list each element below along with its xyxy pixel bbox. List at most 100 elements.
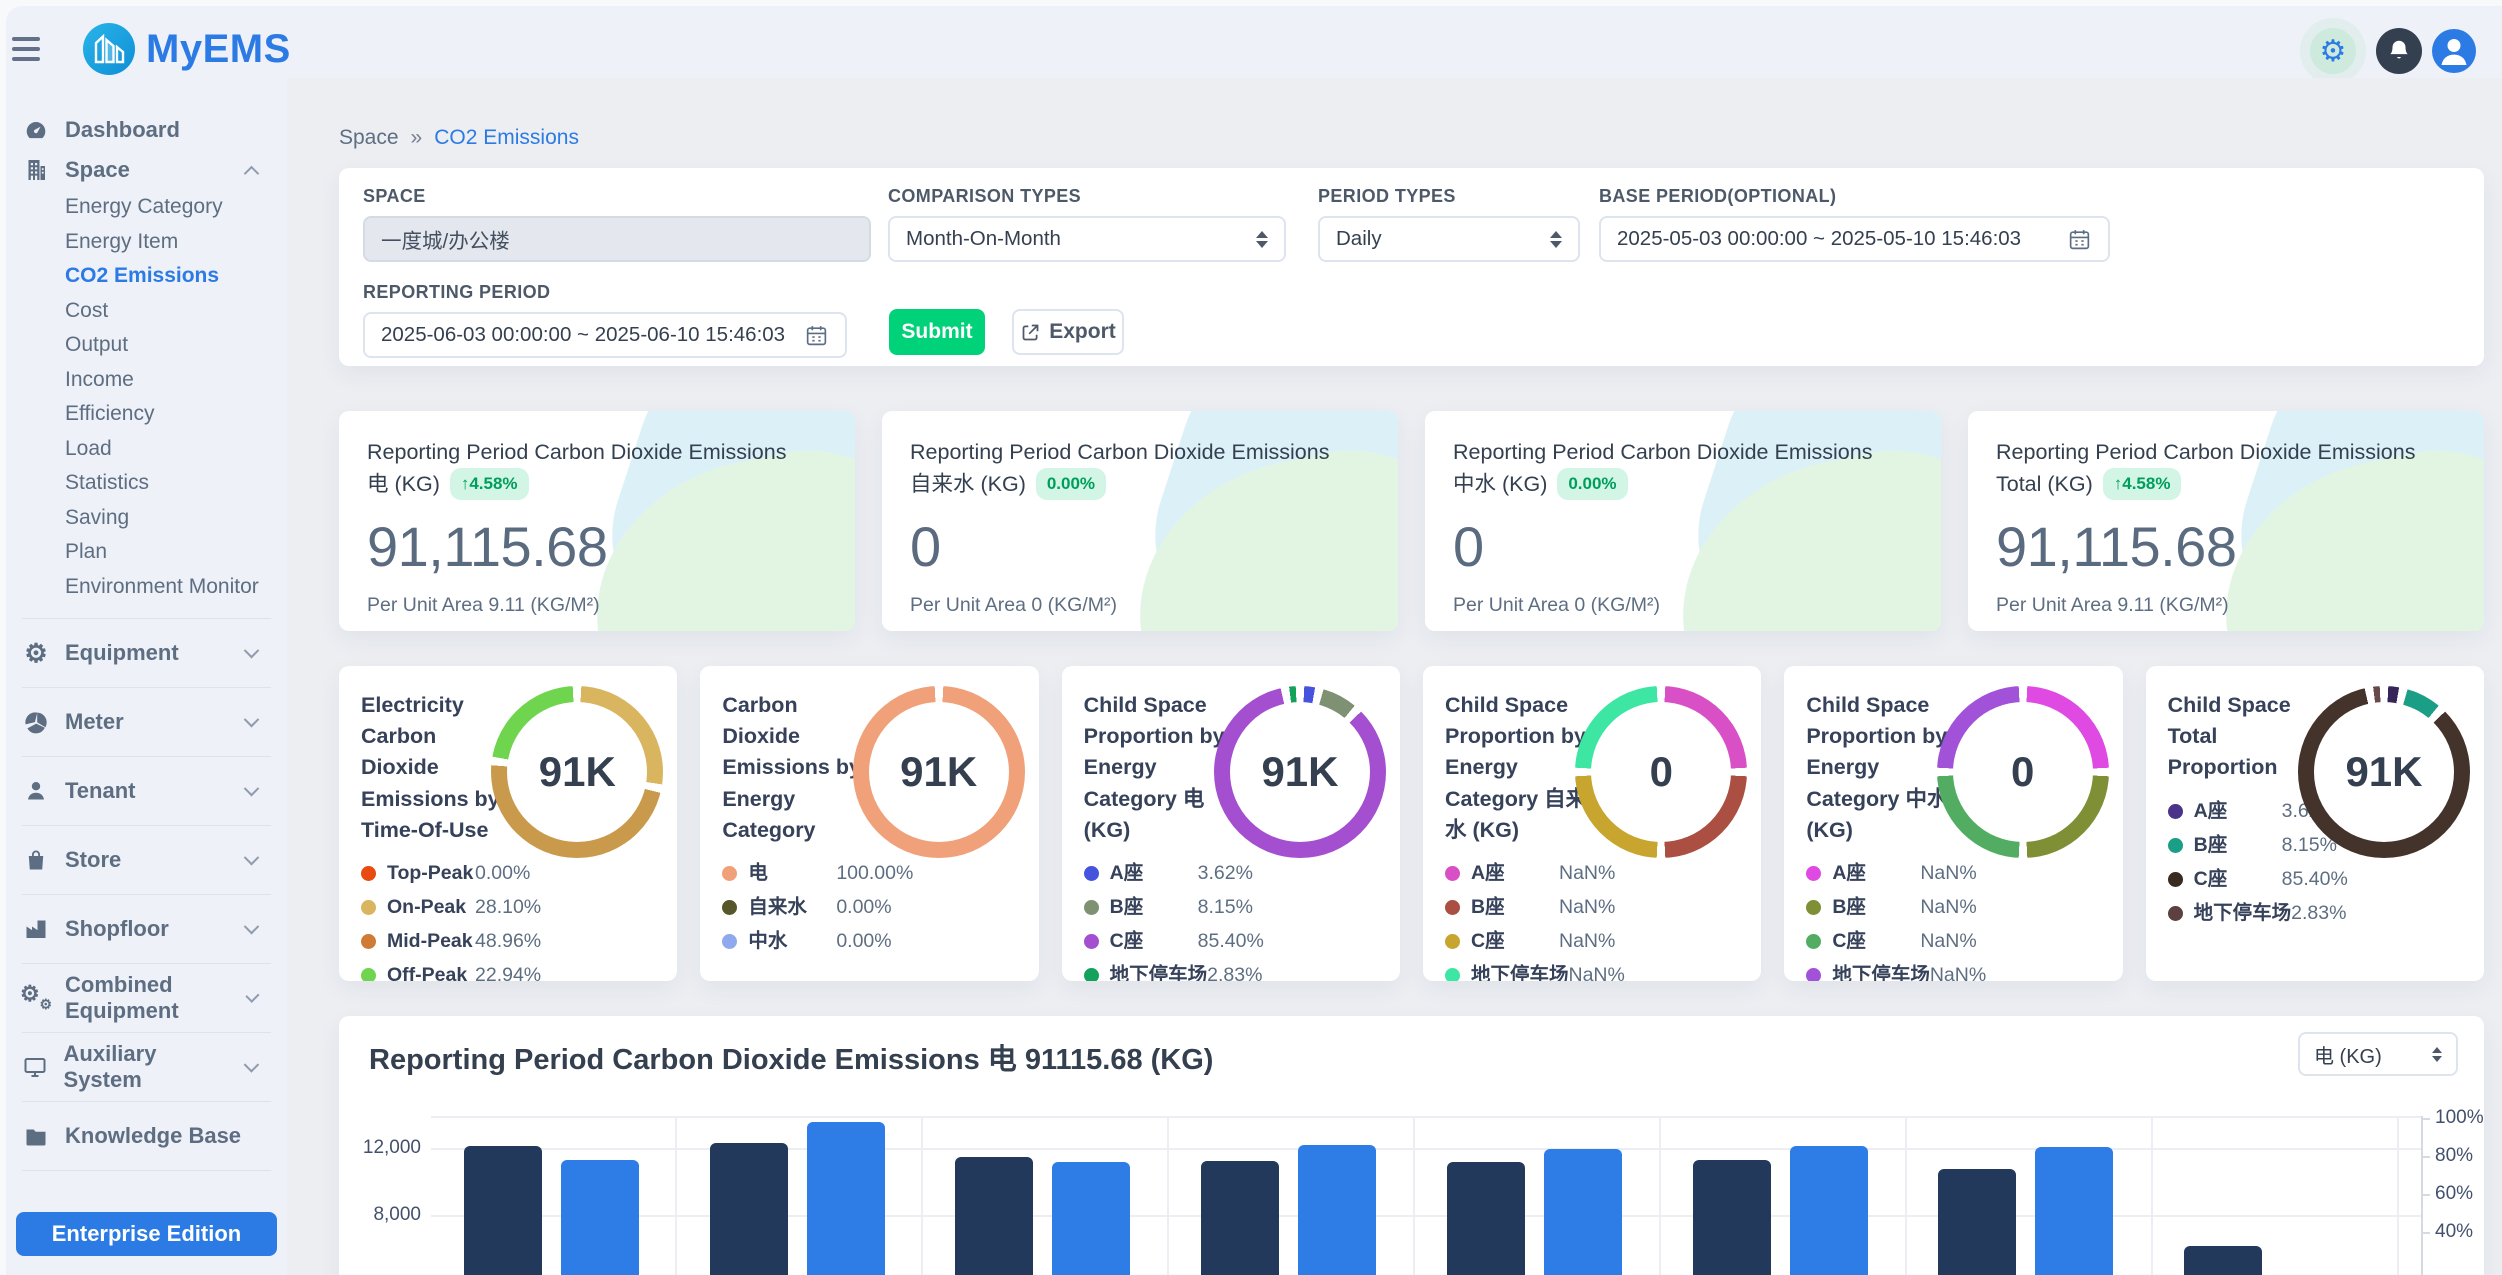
sidebar-item-saving[interactable]: Saving xyxy=(16,501,277,536)
legend-value: 48.96% xyxy=(475,930,541,953)
base-period-label: BASE PERIOD(OPTIONAL) xyxy=(1599,186,2110,207)
sidebar-item-tenant[interactable]: Tenant xyxy=(16,771,277,811)
v-gridline xyxy=(1905,1116,1907,1275)
notifications-button[interactable] xyxy=(2376,28,2422,74)
legend-value: NaN% xyxy=(1569,964,1625,981)
right-axis-tick-mark xyxy=(2421,1232,2430,1234)
legend-value: 8.15% xyxy=(1198,896,1253,919)
sidebar-item-output[interactable]: Output xyxy=(16,328,277,363)
legend-dot-icon xyxy=(1806,900,1821,915)
sidebar-item-plan[interactable]: Plan xyxy=(16,535,277,570)
donut-card: Child Space Proportion by Energy Categor… xyxy=(1784,666,2122,981)
trend-badge: 0.00% xyxy=(1557,468,1627,500)
legend-item: B座NaN% xyxy=(1445,896,1655,919)
period-types-select[interactable]: Daily xyxy=(1318,216,1580,262)
chevron-down-icon xyxy=(244,918,260,934)
legend-label: B座 xyxy=(2194,834,2282,856)
bar-reporting-period xyxy=(2035,1147,2113,1275)
sidebar-item-energy-category[interactable]: Energy Category xyxy=(16,190,277,225)
bar-base-period xyxy=(464,1146,542,1275)
enterprise-edition-button[interactable]: Enterprise Edition xyxy=(16,1212,277,1256)
v-gridline xyxy=(1659,1116,1661,1275)
stat-card-value: 91,115.68 xyxy=(367,514,827,579)
export-button[interactable]: Export xyxy=(1012,309,1124,355)
sidebar-item-co2-emissions[interactable]: CO2 Emissions xyxy=(16,259,277,294)
sidebar-divider xyxy=(22,756,271,757)
reporting-period-label: REPORTING PERIOD xyxy=(363,282,847,303)
base-period-datetime-range[interactable]: 2025-05-03 00:00:00 ~ 2025-05-10 15:46:0… xyxy=(1599,216,2110,262)
legend-label: A座 xyxy=(1110,862,1198,884)
comparison-types-select[interactable]: Month-On-Month xyxy=(888,216,1286,262)
stat-card-title: Reporting Period Carbon Dioxide Emission… xyxy=(1996,437,2416,500)
sidebar-item-cost[interactable]: Cost xyxy=(16,294,277,329)
sidebar-toggle-button[interactable] xyxy=(12,31,52,67)
sidebar-item-statistics[interactable]: Statistics xyxy=(16,466,277,501)
sidebar-item-dashboard[interactable]: Dashboard xyxy=(16,110,277,150)
sidebar-item-space[interactable]: Space xyxy=(16,150,277,190)
right-axis-tick-label: 80% xyxy=(2435,1145,2473,1167)
right-axis-tick-label: 40% xyxy=(2435,1221,2473,1243)
sidebar-item-store[interactable]: Store xyxy=(16,840,277,880)
legend-dot-icon xyxy=(722,900,737,915)
donut-chart: 91K xyxy=(491,686,663,858)
settings-button[interactable]: ⚙ xyxy=(2300,18,2366,84)
stat-card-title: Reporting Period Carbon Dioxide Emission… xyxy=(910,437,1330,500)
legend-label: On-Peak xyxy=(387,896,475,918)
legend-value: 0.00% xyxy=(836,896,891,919)
legend-dot-icon xyxy=(1084,934,1099,949)
bar-base-period xyxy=(1447,1162,1525,1275)
sidebar-item-auxiliary-system[interactable]: Auxiliary System xyxy=(16,1047,277,1087)
right-axis-tick-label: 100% xyxy=(2435,1107,2484,1129)
legend-value: 85.40% xyxy=(1198,930,1264,953)
bar-chart-plot: 12,0008,000100%80%60%40% xyxy=(339,1016,2484,1275)
legend-item: Top-Peak0.00% xyxy=(361,862,571,885)
left-axis-tick-label: 12,000 xyxy=(363,1137,421,1159)
space-input[interactable]: 一度城/办公楼 xyxy=(363,216,871,262)
legend-value: NaN% xyxy=(1920,862,1976,885)
legend-dot-icon xyxy=(722,866,737,881)
brand-logo[interactable]: MyEMS xyxy=(82,22,291,76)
sidebar-item-equipment[interactable]: ⚙Equipment xyxy=(16,633,277,673)
legend-item: 地下停车场2.83% xyxy=(1084,964,1294,981)
stat-card: Reporting Period Carbon Dioxide Emission… xyxy=(1968,411,2484,631)
sidebar-item-load[interactable]: Load xyxy=(16,432,277,467)
legend-dot-icon xyxy=(361,900,376,915)
breadcrumb-parent[interactable]: Space xyxy=(339,126,399,150)
app-container: MyEMS ⚙ xyxy=(6,6,2502,1275)
legend-dot-icon xyxy=(2168,838,2183,853)
bar-base-period xyxy=(1201,1161,1279,1275)
legend-item: C座NaN% xyxy=(1806,930,2016,953)
legend-dot-icon xyxy=(1445,900,1460,915)
v-gridline xyxy=(675,1116,677,1275)
legend-item: C座85.40% xyxy=(1084,930,1294,953)
sidebar-item-label: Space xyxy=(65,157,130,183)
sidebar-item-environment-monitor[interactable]: Environment Monitor xyxy=(16,570,277,605)
building-icon xyxy=(22,158,50,182)
legend-item: 自来水0.00% xyxy=(722,896,932,919)
sidebar-item-meter[interactable]: Meter xyxy=(16,702,277,742)
sidebar-divider xyxy=(22,1170,271,1171)
donut-legend: 电100.00%自来水0.00%中水0.00% xyxy=(722,862,932,953)
legend-dot-icon xyxy=(722,934,737,949)
sidebar-item-energy-item[interactable]: Energy Item xyxy=(16,225,277,260)
donut-center-value: 91K xyxy=(1230,702,1370,842)
user-menu-button[interactable] xyxy=(2432,29,2476,73)
legend-item: 地下停车场NaN% xyxy=(1806,964,2016,981)
submit-button[interactable]: Submit xyxy=(889,309,985,355)
sidebar-item-combined-equipment[interactable]: ⚙⚙Combined Equipment xyxy=(16,978,277,1018)
sidebar-item-income[interactable]: Income xyxy=(16,363,277,398)
sidebar-item-knowledge-base[interactable]: Knowledge Base xyxy=(16,1116,277,1156)
reporting-period-datetime-range[interactable]: 2025-06-03 00:00:00 ~ 2025-06-10 15:46:0… xyxy=(363,312,847,358)
legend-label: B座 xyxy=(1471,896,1559,918)
sidebar-item-label: Equipment xyxy=(65,640,179,666)
meter-icon xyxy=(22,710,50,734)
legend-label: 地下停车场 xyxy=(1471,964,1569,981)
sidebar-item-efficiency[interactable]: Efficiency xyxy=(16,397,277,432)
external-link-icon xyxy=(1020,322,1041,343)
trend-badge: 0.00% xyxy=(1036,468,1106,500)
sidebar-item-shopfloor[interactable]: Shopfloor xyxy=(16,909,277,949)
sidebar-item-label: Tenant xyxy=(65,778,135,804)
legend-value: NaN% xyxy=(1920,930,1976,953)
user-avatar-icon xyxy=(2432,29,2476,73)
sidebar-item-label: Dashboard xyxy=(65,117,180,143)
